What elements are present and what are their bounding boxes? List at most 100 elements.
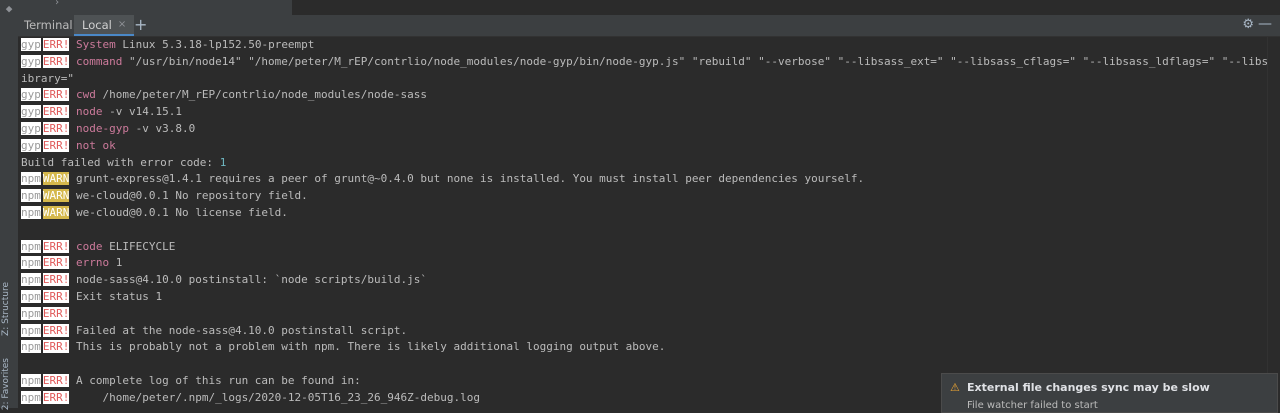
separator bbox=[69, 189, 76, 202]
line-text: Build failed with error code: bbox=[21, 155, 220, 169]
log-level-badge: ERR! bbox=[42, 239, 70, 253]
log-level-badge: ERR! bbox=[42, 340, 70, 354]
terminal-line: npm ERR! node-sass@4.10.0 postinstall: `n… bbox=[21, 272, 1268, 289]
separator bbox=[69, 55, 76, 68]
terminal-line: gyp ERR! command "/usr/bin/node14" "/home… bbox=[21, 54, 1268, 71]
separator bbox=[69, 139, 76, 152]
log-level-badge: ERR! bbox=[42, 38, 70, 51]
line-text: we-cloud@0.0.1 No license field. bbox=[76, 205, 288, 219]
log-keyword: not ok bbox=[76, 138, 116, 152]
line-text: /home/peter/.npm/_logs/2020-12-05T16_23_… bbox=[76, 390, 480, 404]
terminal-header: Terminal: Local × + ⚙ — bbox=[18, 15, 1280, 37]
separator bbox=[69, 240, 76, 253]
structure-tool-button[interactable]: Z: Structure bbox=[1, 282, 17, 336]
separator bbox=[69, 307, 76, 320]
line-text: Exit status 1 bbox=[76, 289, 163, 303]
line-text: 1 bbox=[109, 256, 123, 270]
minimize-icon[interactable]: — bbox=[1258, 16, 1272, 32]
log-keyword: code bbox=[76, 239, 103, 253]
line-text: ELIFECYCLE bbox=[102, 239, 176, 253]
separator bbox=[69, 256, 76, 269]
line-text: grunt-express@1.4.1 requires a peer of g… bbox=[76, 172, 865, 186]
log-level-badge: WARN bbox=[42, 205, 70, 219]
editor-top-strip: › bbox=[18, 0, 1280, 15]
log-level-badge: ERR! bbox=[42, 373, 70, 387]
log-prefix: npm bbox=[21, 306, 41, 320]
separator bbox=[69, 391, 76, 404]
log-prefix: gyp bbox=[21, 121, 41, 135]
structure-tool-icon[interactable]: ◆ bbox=[3, 3, 15, 15]
log-level-badge: ERR! bbox=[42, 323, 70, 337]
separator bbox=[69, 374, 76, 387]
log-level-badge: ERR! bbox=[42, 88, 70, 102]
log-prefix: gyp bbox=[21, 105, 41, 119]
separator bbox=[69, 290, 76, 303]
log-prefix: npm bbox=[21, 323, 41, 337]
line-text: This is probably not a problem with npm.… bbox=[76, 340, 666, 354]
notification-text: File watcher failed to start bbox=[967, 400, 1098, 411]
favorites-tool-button[interactable]: 2: Favorites bbox=[1, 358, 17, 410]
wrapped-text: ibrary=" bbox=[21, 71, 74, 85]
terminal-line: npm ERR! This is probably not a problem w… bbox=[21, 339, 1268, 356]
log-level-badge: ERR! bbox=[42, 121, 70, 135]
line-text: Linux 5.3.18-lp152.50-preempt bbox=[115, 38, 315, 51]
log-level-badge: ERR! bbox=[42, 105, 70, 119]
separator bbox=[69, 273, 76, 286]
log-level-badge: ERR! bbox=[42, 273, 70, 287]
terminal-line: Build failed with error code: 1 bbox=[21, 155, 1268, 172]
log-level-badge: ERR! bbox=[42, 390, 70, 404]
separator bbox=[69, 172, 76, 185]
terminal-line: gyp ERR! cwd /home/peter/M_rEP/contrlio/n… bbox=[21, 87, 1268, 104]
close-icon[interactable]: × bbox=[118, 19, 126, 30]
terminal-line: npm ERR! bbox=[21, 306, 1268, 323]
log-prefix: npm bbox=[21, 239, 41, 253]
log-keyword: cwd bbox=[76, 88, 96, 102]
line-text: "/usr/bin/node14" "/home/peter/M_rEP/con… bbox=[122, 54, 1268, 68]
terminal-line: gyp ERR! node -v v14.15.1 bbox=[21, 104, 1268, 121]
terminal-output[interactable]: gyp ERR! System Linux 5.3.18-lp152.50-pre… bbox=[18, 37, 1268, 408]
terminal-line: npm ERR! code ELIFECYCLE bbox=[21, 239, 1268, 256]
log-keyword: node-gyp bbox=[76, 121, 129, 135]
terminal-line: npm ERR! Exit status 1 bbox=[21, 289, 1268, 306]
separator bbox=[69, 206, 76, 219]
terminal-line: npm ERR! Failed at the node-sass@4.10.0 p… bbox=[21, 323, 1268, 340]
line-text: /home/peter/M_rEP/contrlio/node_modules/… bbox=[95, 88, 428, 102]
log-prefix: npm bbox=[21, 189, 41, 203]
log-prefix: gyp bbox=[21, 88, 41, 102]
line-text: A complete log of this run can be found … bbox=[76, 373, 361, 387]
log-prefix: npm bbox=[21, 172, 41, 186]
terminal-line: gyp ERR! System Linux 5.3.18-lp152.50-pre… bbox=[21, 37, 1268, 54]
log-prefix: npm bbox=[21, 390, 41, 404]
log-keyword: command bbox=[76, 54, 123, 68]
add-tab-button[interactable]: + bbox=[134, 15, 147, 35]
log-prefix: npm bbox=[21, 256, 41, 270]
log-level-badge: ERR! bbox=[42, 256, 70, 270]
line-text: Failed at the node-sass@4.10.0 postinsta… bbox=[76, 323, 408, 337]
log-prefix: gyp bbox=[21, 38, 41, 51]
terminal-line: npm ERR! errno 1 bbox=[21, 255, 1268, 272]
line-text: we-cloud@0.0.1 No repository field. bbox=[76, 189, 308, 203]
log-level-badge: ERR! bbox=[42, 54, 70, 68]
log-keyword: errno bbox=[76, 256, 110, 270]
notification-balloon[interactable]: ⚠ External file changes sync may be slow… bbox=[941, 373, 1278, 413]
log-level-badge: ERR! bbox=[42, 306, 70, 320]
separator bbox=[69, 340, 76, 353]
separator bbox=[69, 88, 76, 101]
line-text: -v v14.15.1 bbox=[102, 105, 182, 119]
log-keyword: node bbox=[76, 105, 103, 119]
gear-icon[interactable]: ⚙ bbox=[1242, 17, 1254, 32]
log-prefix: npm bbox=[21, 340, 41, 354]
log-prefix: gyp bbox=[21, 54, 41, 68]
editor-panel-remnant: › bbox=[18, 0, 292, 15]
tab-local[interactable]: Local × bbox=[74, 15, 135, 36]
terminal-line: gyp ERR! node-gyp -v v3.8.0 bbox=[21, 121, 1268, 138]
log-level-badge: ERR! bbox=[42, 289, 70, 303]
scrollbar[interactable] bbox=[1267, 37, 1280, 408]
line-text: node-sass@4.10.0 postinstall: `node scri… bbox=[76, 273, 427, 287]
chevron-right-icon[interactable]: › bbox=[54, 0, 60, 8]
terminal-title: Terminal: bbox=[24, 18, 77, 32]
terminal-line: npm WARN grunt-express@1.4.1 requires a p… bbox=[21, 171, 1268, 188]
log-level-badge: WARN bbox=[42, 189, 70, 203]
log-prefix: npm bbox=[21, 373, 41, 387]
